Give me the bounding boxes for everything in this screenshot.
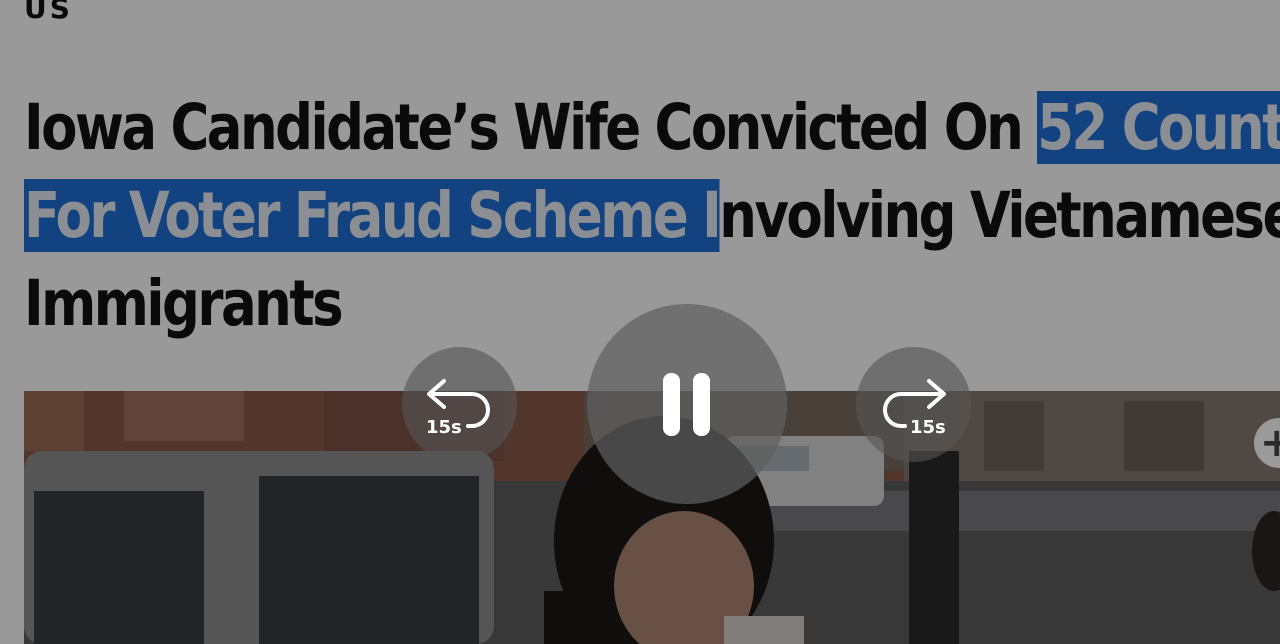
headline-text-2: nvolving Vietnamese xyxy=(719,179,1280,252)
headline-highlight-2: For Voter Fraud Scheme I xyxy=(24,179,722,252)
headline-highlight-1: 52 Counts xyxy=(1037,91,1280,164)
article-headline: Iowa Candidate’s Wife Convicted On 52 Co… xyxy=(24,84,1280,348)
pause-icon xyxy=(663,373,710,436)
video-player-screen[interactable]: US Iowa Candidate’s Wife Convicted On 52… xyxy=(0,0,1280,644)
rotate-left-arrow-icon xyxy=(427,379,490,428)
headline-text-1: Iowa Candidate’s Wife Convicted On xyxy=(24,91,1038,164)
skip-back-15-button[interactable]: 15s xyxy=(402,347,517,462)
section-label[interactable]: US xyxy=(24,0,73,25)
plus-icon-glyph: + xyxy=(1260,420,1280,466)
headline-text-3: Immigrants xyxy=(24,267,344,340)
rotate-right-arrow-icon xyxy=(883,379,946,428)
pause-button[interactable] xyxy=(587,304,787,504)
skip-forward-15-button[interactable]: 15s xyxy=(856,347,971,462)
skip-back-label: 15s xyxy=(426,417,462,438)
skip-forward-label: 15s xyxy=(910,417,946,438)
